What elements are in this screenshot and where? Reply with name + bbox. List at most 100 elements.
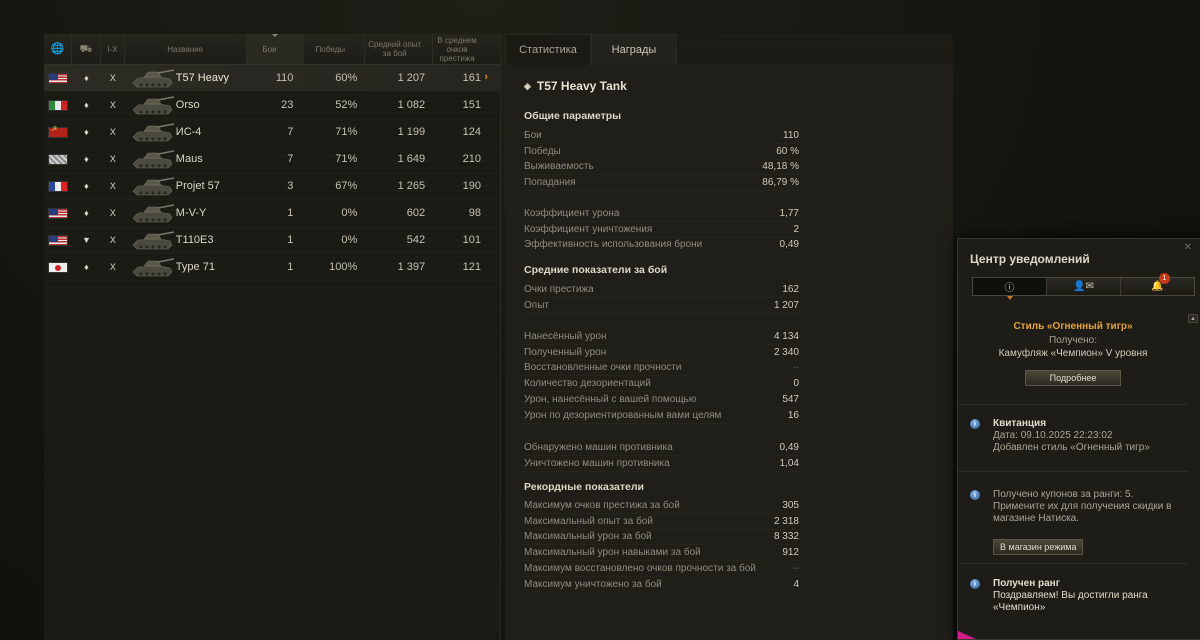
notification-text: Камуфляж «Чемпион» V уровня <box>998 348 1148 359</box>
tab-awards[interactable]: Награды <box>591 34 677 65</box>
stat-value: 1,77 <box>779 207 799 219</box>
stat-value: 0,49 <box>779 441 799 453</box>
stat-row: Эффективность использования брони 0,49 <box>524 238 799 254</box>
stat-value: 110 <box>783 129 799 141</box>
battles-cell: 7 <box>287 153 294 165</box>
vehicle-table: 🌐 ⛟ I-X Название Бои Победы Средний опыт… <box>44 34 501 640</box>
prestige-value: 151 <box>462 99 482 111</box>
table-row[interactable]: ♦ X M-V-Y 1 0% 602 98 <box>44 200 500 227</box>
scroll-up-button[interactable]: ▲ <box>1188 314 1198 323</box>
tank-name: M-V-Y <box>175 207 207 219</box>
tier-cell: X <box>109 262 116 272</box>
avg-prestige-cell: 161 › <box>433 65 500 91</box>
stat-value: 1 207 <box>773 299 799 311</box>
stats-tabs: Статистика Награды <box>505 34 953 65</box>
nation-flag <box>44 227 72 253</box>
wins-header[interactable]: Победы <box>304 34 366 64</box>
stat-row: Коэффициент урона 1,77 <box>524 206 799 222</box>
stat-row: Уничтожено машин противника 1,04 <box>524 456 799 472</box>
tank-icon <box>132 123 174 142</box>
notification-text: Дата: 09.10.2025 22:23:02 <box>993 430 1113 441</box>
stat-label: Восстановленные очки прочности <box>524 362 682 374</box>
type-filter-header[interactable]: ⛟ <box>72 34 101 64</box>
tank-name: T110E3 <box>175 234 214 246</box>
table-row[interactable]: ♦ X Projet 57 3 67% 1 265 190 <box>44 173 500 200</box>
tank-icon <box>132 258 174 277</box>
table-row[interactable]: ♦ X T57 Heavy 110 60% 1 207 161 › <box>44 65 500 92</box>
stat-value: 2 <box>793 223 799 235</box>
tank-name: Type 71 <box>175 261 215 273</box>
stat-value: 1,04 <box>779 457 799 469</box>
stat-value: 4 134 <box>773 330 799 342</box>
tab-invites[interactable]: 👤✉ <box>1047 278 1121 295</box>
mode-shop-button[interactable]: В магазин режима <box>993 539 1084 555</box>
stat-label: Попадания <box>524 177 576 189</box>
name-cell: M-V-Y <box>125 200 247 226</box>
stat-value: 547 <box>782 394 799 406</box>
nation-filter-header[interactable]: 🌐 <box>44 34 72 64</box>
stats-panel: Статистика Награды ◈ T57 Heavy Tank Общи… <box>505 34 953 640</box>
stat-value: 60 % <box>776 145 799 157</box>
corner-accent <box>958 631 976 639</box>
ussr-flag-icon <box>47 125 68 138</box>
name-cell: Maus <box>125 146 247 172</box>
tier-cell: X <box>109 100 116 110</box>
vehicle-title: ◈ T57 Heavy Tank <box>524 79 627 93</box>
name-cell: Projet 57 <box>125 173 247 199</box>
nation-flag <box>44 146 72 172</box>
avg-xp-cell: 1 397 <box>397 261 426 273</box>
notification-rank: i Получен ранг Поздравляем! Вы достигли … <box>958 565 1188 640</box>
stat-label: Урон по дезориентированным вами целям <box>524 409 722 421</box>
stat-label: Максимальный урон навыками за бой <box>524 547 701 559</box>
nation-flag <box>44 173 72 199</box>
battles-header[interactable]: Бои <box>246 34 305 64</box>
tier-header[interactable]: I-X <box>101 34 125 64</box>
avg-prestige-header[interactable]: В среднем очков престижа <box>433 34 500 64</box>
table-row[interactable]: ♦ X ИС-4 7 71% 1 199 124 <box>44 119 500 146</box>
table-row[interactable]: ♦ X Type 71 1 100% 1 397 121 <box>44 254 500 281</box>
globe-icon: 🌐 <box>50 42 65 55</box>
stat-row: Максимальный опыт за бой 2 318 <box>524 514 799 530</box>
table-row[interactable]: ♦ X Maus 7 71% 1 649 210 <box>44 146 500 173</box>
tank-name: Projet 57 <box>175 180 220 192</box>
tank-icon <box>132 231 174 250</box>
stat-row: Количество дезориентаций 0 <box>524 376 799 393</box>
battles-cell: 23 <box>281 99 294 111</box>
stat-row: Максимальный урон навыками за бой 912 <box>524 545 799 562</box>
tank-icon <box>132 69 174 88</box>
tier-cell: X <box>109 208 116 218</box>
stat-label: Максимальный урон за бой <box>524 531 652 543</box>
usa-flag-icon <box>47 72 68 84</box>
close-icon[interactable]: ✕ <box>1184 242 1192 253</box>
battles-cell: 1 <box>287 207 294 219</box>
avg-prestige-cell: 210 <box>433 146 500 172</box>
stat-row: Победы 60 % <box>524 144 799 160</box>
avg-xp-cell: 1 082 <box>397 99 426 111</box>
nation-flag <box>44 254 72 280</box>
stat-value: 912 <box>782 547 799 559</box>
stat-label: Обнаружено машин противника <box>524 441 673 453</box>
stat-value: 305 <box>782 499 799 511</box>
stat-label: Количество дезориентаций <box>524 378 651 390</box>
details-button[interactable]: Подробнее <box>1025 370 1121 386</box>
avg-xp-header[interactable]: Средний опыт за бой <box>365 34 434 64</box>
tab-statistics[interactable]: Статистика <box>505 34 591 65</box>
vehicle-title-text: T57 Heavy Tank <box>536 79 627 93</box>
prestige-value: 161 <box>462 72 482 84</box>
table-row[interactable]: ♦ X Orso 23 52% 1 082 151 <box>44 92 500 119</box>
stat-row: Максимальный урон за бой 8 332 <box>524 530 799 546</box>
table-row[interactable]: ▼ X T110E3 1 0% 542 101 <box>44 227 500 254</box>
germany-flag-icon <box>47 153 68 165</box>
tab-alerts[interactable]: 🔔 1 <box>1121 273 1194 295</box>
tab-info[interactable]: ⓘ <box>973 278 1047 300</box>
stat-row: Восстановленные очки прочности -- <box>524 361 799 377</box>
vehicle-rows: ♦ X T57 Heavy 110 60% 1 207 161 › ♦ X Orso 23 52% 1 0… <box>44 65 500 281</box>
tier-cell: X <box>109 181 116 191</box>
name-header[interactable]: Название <box>125 34 247 64</box>
stat-row: Максимум восстановлено очков прочности з… <box>524 561 799 577</box>
stat-row: Максимум уничтожено за бой 4 <box>524 577 799 593</box>
stat-label: Выживаемость <box>524 161 594 173</box>
wins-cell: 0% <box>341 207 358 219</box>
stat-row: Бои 110 <box>524 128 799 144</box>
notification-text: Получено купонов за ранги: 5. <box>993 489 1134 500</box>
